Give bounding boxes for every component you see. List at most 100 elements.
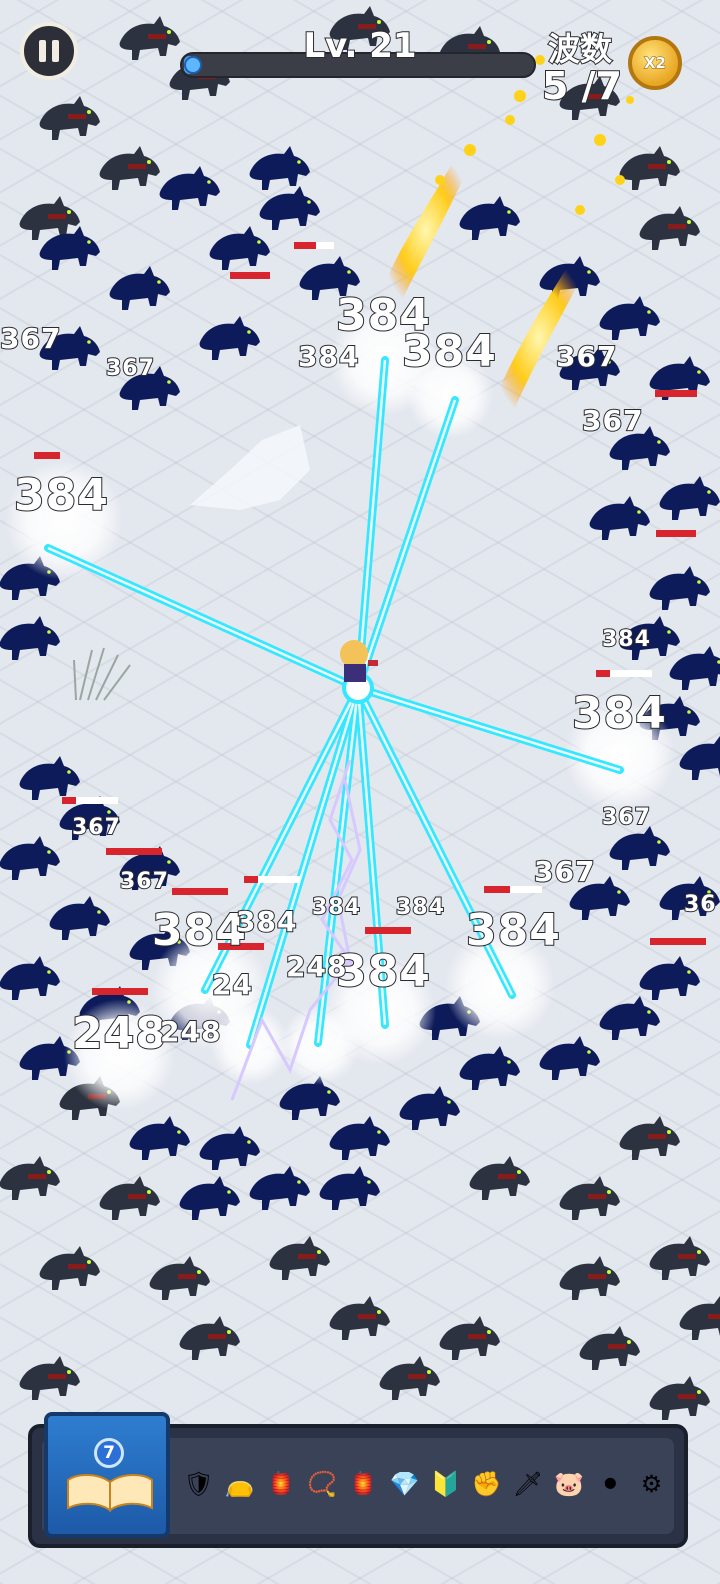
wolf-enemy (589, 496, 650, 540)
damage-number: 384 (395, 894, 445, 921)
wolf-enemy (679, 1296, 720, 1340)
wolf-enemy (179, 1316, 240, 1360)
wolf-enemy (319, 1166, 380, 1210)
damage-number: 384 (401, 325, 497, 378)
damage-number: 367 (533, 854, 596, 889)
wolf-enemy (0, 1156, 60, 1200)
damage-number: 367 (555, 339, 618, 374)
wolf-enemy (659, 476, 720, 520)
wolf-enemy (199, 1126, 260, 1170)
wolf-enemy (459, 1046, 520, 1090)
damage-number: 367 (105, 355, 155, 382)
wolf-enemy (109, 266, 170, 310)
wolf-enemy (399, 1086, 460, 1130)
wolf-enemy (639, 956, 700, 1000)
wolf-enemy (379, 1356, 440, 1400)
wolf-enemy (329, 1116, 390, 1160)
damage-number: 36 (683, 891, 717, 918)
gauntlet-icon[interactable]: ✊ (468, 1465, 505, 1503)
wolf-enemy (39, 226, 100, 270)
experience-marker (184, 56, 202, 74)
wolf-enemy (249, 146, 310, 190)
pause-icon (39, 40, 46, 62)
damage-number: 367 (0, 321, 62, 356)
wolf-enemy (0, 836, 60, 880)
wolf-enemy (559, 1176, 620, 1220)
speed-label: X2 (643, 54, 666, 73)
damage-number: 367 (71, 814, 121, 841)
pause-button[interactable] (20, 22, 78, 80)
damage-number: 367 (601, 804, 651, 831)
sword-icon[interactable]: 🗡 (509, 1465, 546, 1503)
damage-number: 367 (581, 403, 644, 438)
wolf-enemy (649, 566, 710, 610)
lantern-icon[interactable]: 🏮 (345, 1465, 382, 1503)
wolf-enemy (469, 1156, 530, 1200)
speed-toggle-button[interactable]: X2 (628, 36, 682, 90)
wolf-enemy (639, 206, 700, 250)
wolf-enemy (39, 1246, 100, 1290)
pouch-icon[interactable]: 👝 (221, 1465, 258, 1503)
lantern-icon[interactable]: 🏮 (262, 1465, 299, 1503)
damage-number: 384 (601, 626, 651, 653)
skill-book-level: 7 (94, 1438, 124, 1468)
damage-number: 384 (465, 904, 561, 957)
piggy-bank-icon[interactable]: 🐷 (551, 1465, 588, 1503)
wolf-enemy (649, 1236, 710, 1280)
damage-number: 384 (13, 469, 109, 522)
wolf-enemy (599, 296, 660, 340)
wolf-enemy (199, 316, 260, 360)
cannon-icon[interactable]: ⚫ (592, 1465, 629, 1503)
wolf-enemy (179, 1176, 240, 1220)
open-book-icon (67, 1474, 153, 1512)
wolf-enemy (99, 1176, 160, 1220)
damage-number: 24 (211, 967, 253, 1002)
wolf-enemy (329, 1296, 390, 1340)
shield-icon[interactable]: 🔰 (427, 1465, 464, 1503)
wolf-enemy (259, 186, 320, 230)
wolf-enemy (559, 1256, 620, 1300)
wolf-enemy (599, 996, 660, 1040)
wolf-enemy (649, 1376, 710, 1420)
trap-icon[interactable]: ⚙ (633, 1465, 670, 1503)
damage-number: 384 (235, 904, 298, 939)
damage-number: 248 (159, 1014, 222, 1049)
amulet-icon[interactable]: 📿 (304, 1465, 341, 1503)
wolf-enemy (99, 146, 160, 190)
wolf-enemy (19, 1356, 80, 1400)
armor-icon[interactable]: 🛡 (180, 1465, 217, 1503)
damage-number: 384 (151, 904, 247, 957)
ice-crystal (190, 425, 310, 510)
player-level: Lv. 21 (302, 25, 417, 67)
damage-number: 384 (571, 687, 667, 740)
wolf-enemy (579, 1326, 640, 1370)
wolf-enemy (159, 166, 220, 210)
frozen-shrub (73, 647, 131, 701)
wolf-enemy (609, 826, 670, 870)
crystal-icon[interactable]: 💎 (386, 1465, 423, 1503)
damage-number: 248 (285, 949, 348, 984)
damage-number: 248 (71, 1007, 167, 1060)
wolf-enemy (49, 896, 110, 940)
wolf-enemy (619, 146, 680, 190)
damage-number: 384 (297, 339, 360, 374)
wolf-enemy (539, 1036, 600, 1080)
wolf-enemy (0, 616, 60, 660)
damage-number: 384 (311, 894, 361, 921)
skill-book-button[interactable]: 7 (44, 1412, 170, 1538)
wolf-enemy (119, 16, 180, 60)
battlefield (0, 6, 720, 1420)
wolf-enemy (209, 226, 270, 270)
wolf-enemy (0, 956, 60, 1000)
damage-number: 384 (335, 945, 431, 998)
wolf-enemy (249, 1166, 310, 1210)
wolf-enemy (269, 1236, 330, 1280)
damage-number: 367 (119, 868, 169, 895)
wolf-enemy (619, 1116, 680, 1160)
wolf-enemy (39, 96, 100, 140)
wolf-enemy (459, 196, 520, 240)
wolf-enemy (19, 756, 80, 800)
wave-counter: 5 /7 (541, 63, 623, 109)
wolf-enemy (439, 1316, 500, 1360)
wolf-enemy (669, 646, 720, 690)
